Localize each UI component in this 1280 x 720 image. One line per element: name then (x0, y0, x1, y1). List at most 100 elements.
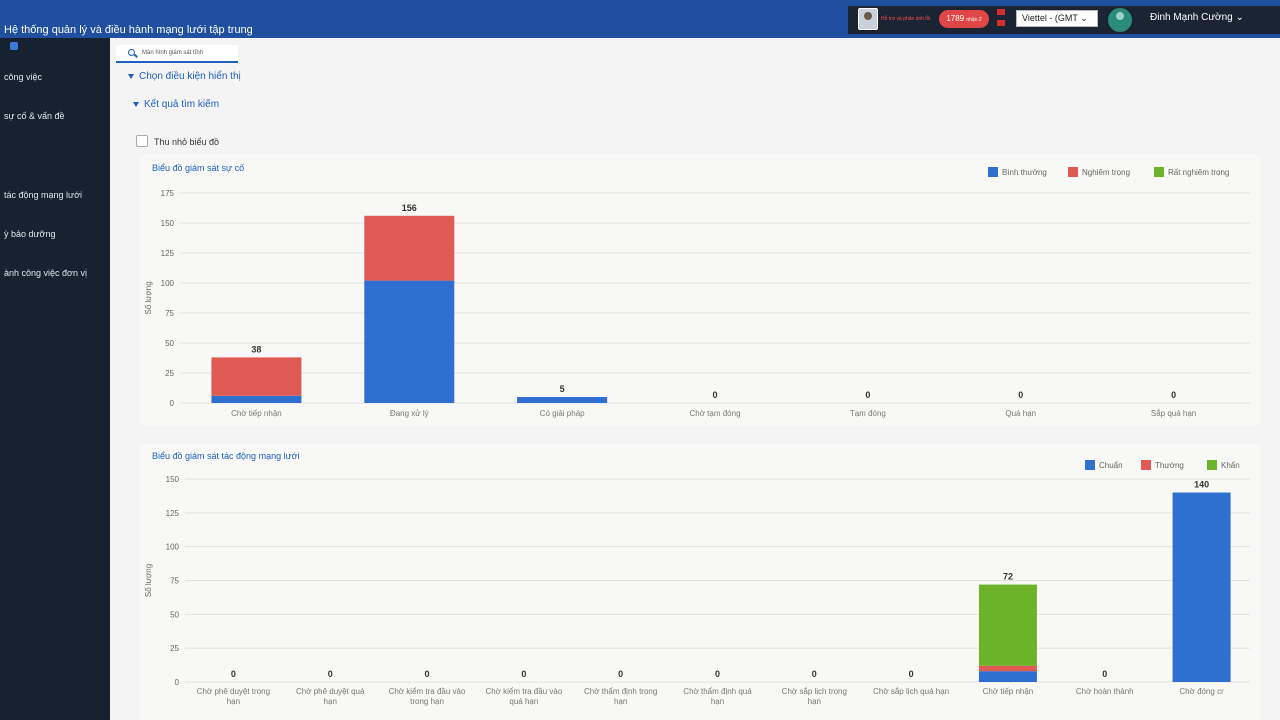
timezone-select[interactable]: Viettel - (GMT ⌄ (1016, 10, 1098, 27)
caret-down-icon (133, 101, 139, 107)
legend-label: Thường (1155, 461, 1184, 470)
y-tick-label: 0 (175, 678, 180, 687)
support-link[interactable]: Hỗ trợ và phản ánh lỗi (881, 16, 930, 22)
sidebar: công việc sự cố & vấn đề tác động mạng l… (0, 38, 118, 720)
tab-static-monitor[interactable]: Màn hình giám sát tĩnh (116, 45, 238, 63)
bar-segment (517, 397, 608, 403)
bar-value-label: 156 (402, 203, 417, 213)
bar-value-label: 0 (1102, 669, 1107, 679)
x-tick-label: Chờ tiếp nhận (231, 409, 282, 418)
x-tick-label: hạn (808, 697, 821, 706)
user-name: Đinh Mạnh Cường (1150, 12, 1233, 23)
y-tick-label: 125 (166, 509, 180, 518)
bar-value-label: 38 (251, 344, 261, 354)
x-tick-label: Chờ thẩm định quá (683, 687, 752, 696)
legend-swatch (1141, 460, 1151, 470)
chart-title: Biểu đồ giám sát sự cố (152, 163, 244, 173)
sidebar-item-maintenance[interactable]: ỳ bảo dưỡng (4, 229, 55, 239)
bar-segment (364, 280, 455, 403)
x-tick-label: Chờ đóng cr (1179, 687, 1224, 696)
x-tick-label: Chờ tiếp nhận (983, 687, 1034, 696)
user-menu[interactable]: Đinh Mạnh Cường ⌄ (1150, 12, 1244, 23)
chevron-down-icon: ⌄ (1077, 13, 1088, 23)
y-tick-label: 75 (165, 309, 174, 318)
support-avatar[interactable] (858, 8, 878, 30)
bar-segment (1172, 492, 1231, 682)
bar-value-label: 0 (1018, 390, 1023, 400)
legend-label: Khẩn (1221, 461, 1240, 470)
legend-label: Nghiêm trọng (1082, 168, 1130, 177)
bar-value-label: 0 (909, 669, 914, 679)
y-tick-label: 25 (170, 644, 179, 653)
flag-icon[interactable] (997, 9, 1005, 15)
x-tick-label: Chờ kiểm tra đầu vào (485, 687, 562, 696)
bar-value-label: 5 (560, 384, 565, 394)
notification-suffix: nhận 2 (966, 17, 982, 23)
x-tick-label: Đang xử lý (390, 409, 429, 418)
notification-count: 1789 (946, 14, 965, 23)
x-tick-label: trong hạn (410, 697, 444, 706)
sidebar-item-incidents[interactable]: sự cố & vấn đề (4, 111, 65, 121)
y-tick-label: 100 (166, 543, 180, 552)
x-tick-label: hạn (227, 697, 240, 706)
legend-swatch (1154, 167, 1164, 177)
network-impact-chart: Biểu đồ giám sát tác động mạng lưới 0 25 50… (144, 451, 1250, 706)
bar-segment (978, 671, 1037, 682)
flag-icon[interactable] (997, 20, 1005, 26)
y-tick-label: 25 (165, 369, 174, 378)
y-axis-label: Số lượng (144, 281, 153, 314)
caret-down-icon (128, 73, 134, 79)
legend-swatch (1068, 167, 1078, 177)
y-tick-label: 150 (161, 219, 175, 228)
x-tick-label: Chờ phê duyệt trong (197, 687, 270, 696)
x-tick-label: Chờ sắp lịch quá hạn (873, 687, 949, 696)
bar-value-label: 0 (715, 669, 720, 679)
x-tick-label: Chờ hoàn thành (1076, 687, 1134, 696)
bar-segment (211, 357, 302, 396)
user-avatar[interactable] (1108, 8, 1132, 32)
x-tick-label: Sắp quá hạn (1151, 409, 1196, 418)
timezone-value: Viettel - (GMT (1022, 13, 1078, 23)
legend-swatch (988, 167, 998, 177)
toggle-conditions[interactable]: Chọn điều kiện hiển thị (128, 71, 241, 82)
sidebar-item-network-impact[interactable]: tác động mạng lưới (4, 190, 82, 200)
incident-chart: Biểu đồ giám sát sự cố025507510012515017… (144, 163, 1250, 418)
x-tick-label: hạn (711, 697, 724, 706)
x-tick-label: Chờ sắp lịch trong (782, 687, 847, 696)
x-tick-label: Có giải pháp (540, 409, 585, 418)
y-tick-label: 75 (170, 577, 179, 586)
y-tick-label: 0 (170, 399, 175, 408)
bar-value-label: 140 (1194, 480, 1209, 490)
legend-swatch (1207, 460, 1217, 470)
toggle-results-label: Kết quả tìm kiếm (144, 99, 220, 110)
bar-value-label: 0 (812, 669, 817, 679)
y-tick-label: 100 (161, 279, 175, 288)
bar-value-label: 0 (1171, 390, 1176, 400)
x-tick-label: Chờ tạm đóng (689, 409, 740, 418)
bar-segment (978, 584, 1037, 666)
shrink-chart-checkbox[interactable] (136, 135, 148, 147)
network-impact-chart-panel: Biểu đồ giám sát tác động mạng lưới 0 25 50… (140, 444, 1260, 720)
bar-value-label: 0 (328, 669, 333, 679)
y-tick-label: 50 (165, 339, 174, 348)
x-tick-label: Chờ thẩm định trong (584, 687, 657, 696)
y-tick-label: 175 (161, 189, 175, 198)
toggle-results[interactable]: Kết quả tìm kiếm (133, 99, 219, 110)
tab-label: Màn hình giám sát tĩnh (142, 50, 204, 56)
notification-badge[interactable]: 1789 nhận 2 (939, 10, 989, 28)
x-tick-label: hạn (614, 697, 627, 706)
toggle-conditions-label: Chọn điều kiện hiển thị (139, 71, 241, 82)
legend-label: Rất nghiêm trọng (1168, 168, 1229, 177)
x-tick-label: Chờ kiểm tra đầu vào (389, 687, 466, 696)
x-tick-label: Tạm đóng (850, 409, 886, 418)
bar-value-label: 72 (1003, 572, 1013, 582)
bar-value-label: 0 (425, 669, 430, 679)
y-axis-label: Số lượng (144, 564, 153, 597)
bar-value-label: 0 (618, 669, 623, 679)
bar-value-label: 0 (521, 669, 526, 679)
x-tick-label: Chờ phê duyệt quá (296, 687, 365, 696)
sidebar-item-unit-work[interactable]: ành công việc đơn vị (4, 268, 87, 278)
sidebar-item-work[interactable]: công việc (4, 72, 42, 82)
menu-icon[interactable] (10, 42, 18, 50)
search-icon (128, 49, 135, 56)
